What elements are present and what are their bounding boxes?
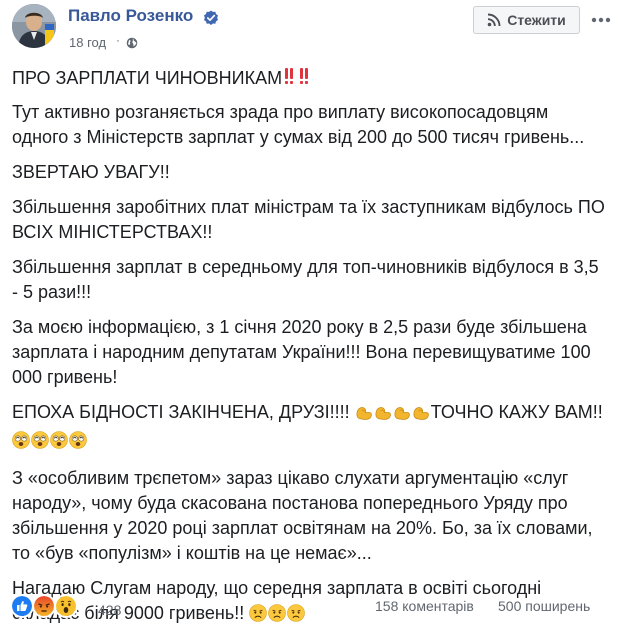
post-text-segment: ТОЧНО КАЖУ ВАМ!!	[430, 402, 603, 422]
reaction-count: 428	[98, 602, 122, 618]
rss-icon	[487, 13, 501, 27]
post-header: Павло Розенко 18 год · Стежити	[0, 0, 617, 60]
wow-reaction-icon	[56, 596, 76, 616]
flexed-biceps-icon	[394, 407, 410, 420]
flexed-biceps-icon	[413, 407, 429, 420]
comments-count-link[interactable]: 158 коментарів	[375, 598, 474, 614]
double-exclamation-icon	[285, 68, 294, 84]
flexed-biceps-icon	[356, 407, 372, 420]
post-paragraph: За моєю інформацією, з 1 січня 2020 року…	[12, 317, 591, 387]
post-paragraph: ЗВЕРТАЮ УВАГУ!!	[12, 162, 170, 182]
post-paragraph: Збільшення зарплат в середньому для топ-…	[12, 257, 599, 302]
ellipsis-icon[interactable]	[590, 12, 612, 28]
dizzy-face-icon	[69, 431, 87, 449]
double-exclamation-icon	[300, 68, 309, 84]
verified-badge-icon	[204, 10, 218, 25]
dizzy-face-icon	[50, 431, 68, 449]
meta-separator: ·	[116, 33, 120, 47]
flexed-biceps-icon	[375, 407, 391, 420]
post-title: ПРО ЗАРПЛАТИ ЧИНОВНИКАМ	[12, 68, 283, 88]
dizzy-face-icon	[12, 431, 30, 449]
post-paragraph-epoch: ЕПОХА БІДНОСТІ ЗАКІНЧЕНА, ДРУЗІ!!!! ТОЧН…	[12, 400, 606, 456]
like-reaction-icon	[12, 596, 32, 616]
post-text-segment: ЕПОХА БІДНОСТІ ЗАКІНЧЕНА, ДРУЗІ!!!!	[12, 402, 355, 422]
post-paragraph: З «особливим трєпетом» зараз цікаво слух…	[12, 468, 593, 563]
follow-button-label: Стежити	[507, 12, 566, 28]
post-title-paragraph: ПРО ЗАРПЛАТИ ЧИНОВНИКАМ	[12, 66, 606, 91]
follow-button[interactable]: Стежити	[473, 6, 580, 34]
author-name[interactable]: Павло Розенко	[68, 6, 193, 26]
shares-count-link[interactable]: 500 поширень	[498, 598, 590, 614]
emoji-group	[355, 403, 431, 428]
globe-icon[interactable]	[126, 37, 138, 49]
dizzy-face-icon	[31, 431, 49, 449]
angry-reaction-icon	[34, 596, 54, 616]
post-paragraph: Збільшення заробітних плат міністрам та …	[12, 197, 605, 242]
emoji-group	[12, 431, 88, 456]
post-body: ПРО ЗАРПЛАТИ ЧИНОВНИКАМ Тут активно розг…	[12, 66, 606, 639]
post-footer: 428 158 коментарів 500 поширень	[0, 592, 617, 622]
post-timestamp[interactable]: 18 год	[69, 35, 106, 50]
author-avatar[interactable]	[12, 4, 56, 48]
post-paragraph: Тут активно розганяється зрада про випла…	[12, 102, 585, 147]
